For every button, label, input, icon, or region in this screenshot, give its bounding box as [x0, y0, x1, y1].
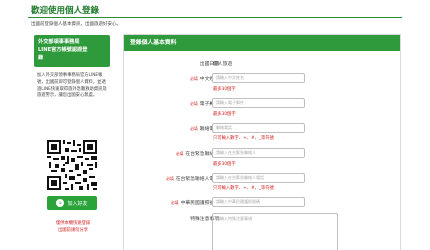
required-mark: 必填	[190, 76, 198, 81]
warning-line: 僅供本機快速登錄	[55, 221, 91, 226]
add-friend-label: 加入好友	[67, 200, 88, 207]
warning-line: 出國前請勿分享	[57, 228, 89, 233]
required-mark: 必填	[171, 200, 179, 205]
line-icon: L	[56, 199, 65, 207]
required-mark: 必填	[190, 101, 198, 106]
promo-line: 外交部領事事務局	[38, 39, 80, 45]
promo-line: LINE官方帳號認證登	[38, 47, 88, 53]
required-mark: 必填	[175, 151, 184, 156]
emergency-phone-input[interactable]: 請輸入在台緊急聯絡人電話	[212, 173, 305, 183]
add-friend-button[interactable]: L 加入好友	[47, 196, 97, 210]
emergency-contact-hint: 最多30個字	[213, 162, 236, 167]
page-notice: 出國前登錄個人基本資訊，出國旅遊好安心。	[31, 22, 121, 27]
chinese-name-hint: 最多30個字	[213, 87, 236, 92]
required-mark: 必填	[166, 176, 174, 181]
qr-code-icon	[47, 140, 97, 190]
chinese-name-input[interactable]: 請輸入中文姓名	[212, 73, 305, 83]
page-title-bar: 歡迎使用個人登錄	[28, 4, 402, 18]
line-promo-banner[interactable]: 外交部領事事務局 LINE官方帳號認證登 錄	[34, 35, 110, 67]
promo-line: 錄	[38, 55, 44, 61]
sidebar: 外交部領事事務局 LINE官方帳號認證登 錄 加入外交部領事事務局官方LINE帳…	[34, 35, 110, 250]
email-hint: 最多30個字	[213, 112, 236, 117]
emergency-contact-input[interactable]: 請輸入在台緊急聯絡人	[212, 148, 305, 158]
email-input[interactable]: 請輸入電子郵件	[212, 98, 305, 108]
passport-input[interactable]: 請輸入中華民國護照號碼	[212, 197, 305, 207]
departure-date-value: 個人旅遊	[213, 62, 233, 67]
page-margin	[420, 0, 430, 250]
warning-note: 僅供本機快速登錄 出國前請勿分享	[48, 220, 98, 234]
page-title: 歡迎使用個人登錄	[31, 6, 100, 16]
phone-input[interactable]: 聯絡電話	[212, 123, 305, 133]
emergency-phone-hint: 只可輸入數字、+、#、_等符號	[213, 186, 274, 191]
promo-description: 加入外交部領事事務局官方LINE帳號，出國前即可登錄個人資料，並透過LINE快速…	[37, 73, 107, 99]
form-header: 登錄個人基本資料	[124, 35, 400, 51]
registration-form: 登錄個人基本資料 出國日期 個人旅遊 必填 中文姓名 請輸入中文姓名 最多30個字…	[123, 34, 401, 250]
phone-hint: 只可輸入數字、+、#、_等符號	[213, 136, 274, 141]
special-notes-textarea[interactable]: 請輸入特殊注意事項	[212, 213, 338, 250]
required-mark: 必填	[190, 126, 198, 131]
